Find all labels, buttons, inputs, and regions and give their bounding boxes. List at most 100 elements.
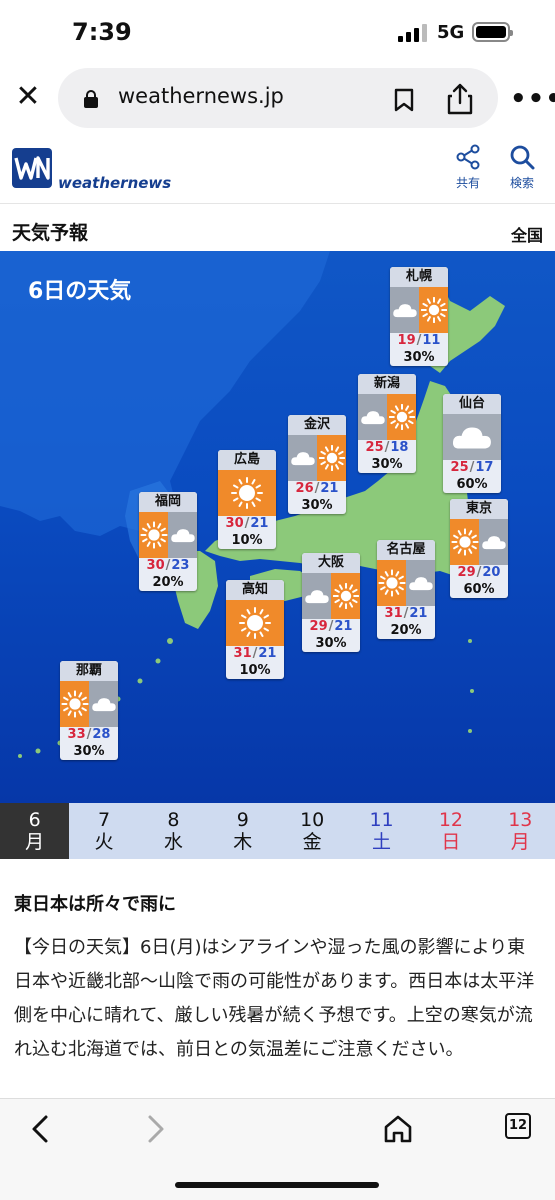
home-icon[interactable]: [378, 1113, 418, 1145]
city-name: 東京: [450, 499, 508, 519]
section-title: 天気予報: [12, 222, 89, 244]
forward-icon[interactable]: [136, 1113, 176, 1145]
weathernews-logo-icon: [12, 148, 52, 188]
weather-icon: [302, 573, 360, 619]
city-temps: 31/21: [377, 606, 435, 622]
date-day: 11: [369, 809, 394, 831]
precip-chance: 30%: [403, 350, 435, 365]
temp-high: 33: [67, 727, 86, 742]
date-tab[interactable]: 9木: [208, 803, 277, 859]
date-tab[interactable]: 13 月: [486, 803, 555, 859]
weather-icon: [226, 600, 284, 646]
city-temps: 26/21: [288, 481, 346, 497]
city-name: 大阪: [302, 553, 360, 573]
weather-icon: [390, 287, 448, 333]
precip-chance: 20%: [152, 575, 184, 590]
temp-high: 30: [225, 516, 244, 531]
temp-separator: /: [476, 565, 482, 580]
share-icon[interactable]: [446, 83, 474, 115]
date-day: 9: [236, 809, 249, 831]
date-tab[interactable]: 6月: [0, 803, 70, 859]
date-weekday: 土: [372, 831, 392, 853]
battery-icon: [472, 22, 513, 42]
precip-chance: 30%: [371, 457, 403, 472]
city-name: 新潟: [358, 374, 416, 394]
temp-low: 18: [390, 440, 409, 455]
back-icon[interactable]: [22, 1113, 62, 1145]
city-name: 広島: [218, 450, 276, 470]
date-day: 12: [438, 809, 464, 831]
close-icon[interactable]: ✕: [12, 82, 44, 114]
city-name: 那覇: [60, 661, 118, 681]
temp-high: 29: [457, 565, 476, 580]
city-name: 名古屋: [377, 540, 435, 560]
city-card[interactable]: 福岡 30/23 20%: [139, 492, 197, 591]
address-bar[interactable]: weathernews.jp: [58, 68, 498, 128]
temp-low: 21: [409, 606, 428, 621]
city-card[interactable]: 仙台 25/17 60%: [443, 394, 501, 493]
share-button[interactable]: 共有: [448, 144, 488, 200]
temp-low: 21: [250, 516, 269, 531]
region-selector[interactable]: 全国: [511, 222, 543, 246]
weather-icon: [288, 435, 346, 481]
city-card[interactable]: 金沢 26/21 30%: [288, 415, 346, 514]
city-temps: 25/18: [358, 440, 416, 456]
weather-icon: [377, 560, 435, 606]
city-temps: 19/11: [390, 333, 448, 349]
date-day: 10: [300, 809, 325, 831]
temp-separator: /: [252, 646, 258, 661]
site-header: weathernews 共有 検索: [0, 132, 555, 204]
search-icon: [510, 145, 535, 170]
city-name: 仙台: [443, 394, 501, 414]
city-temps: 29/21: [302, 619, 360, 635]
city-name: 福岡: [139, 492, 197, 512]
precip-chance: 60%: [463, 582, 495, 597]
date-tab[interactable]: 8水: [139, 803, 208, 859]
temp-low: 23: [171, 558, 190, 573]
weather-icon: [139, 512, 197, 558]
temp-high: 30: [146, 558, 165, 573]
date-weekday: 水: [163, 831, 183, 853]
temp-high: 25: [365, 440, 384, 455]
date-tab[interactable]: 10 金: [278, 803, 347, 859]
article-body: 【今日の天気】6日(月)はシアラインや湿った風の影響により東日本や近畿北部〜山陰…: [14, 937, 535, 1060]
date-tab[interactable]: 11 土: [347, 803, 416, 859]
date-day: 13: [508, 809, 533, 831]
status-time: 7:39: [72, 18, 132, 46]
lock-icon: [84, 90, 98, 108]
city-card[interactable]: 大阪 29/21 30%: [302, 553, 360, 652]
temp-high: 31: [233, 646, 252, 661]
search-button[interactable]: 検索: [502, 144, 542, 200]
bookmark-icon[interactable]: [394, 88, 414, 112]
url-text[interactable]: weathernews.jp: [118, 84, 284, 108]
city-temps: 29/20: [450, 565, 508, 581]
city-card[interactable]: 東京 29/20 60%: [450, 499, 508, 598]
tabs-button[interactable]: 12: [505, 1113, 531, 1139]
city-card[interactable]: 高知 31/21 10%: [226, 580, 284, 679]
date-weekday: 金: [302, 831, 322, 853]
city-card[interactable]: 新潟 25/18 30%: [358, 374, 416, 473]
city-name: 札幌: [390, 267, 448, 287]
temp-low: 28: [92, 727, 111, 742]
temp-separator: /: [384, 440, 390, 455]
more-menu-icon[interactable]: •••: [510, 84, 555, 114]
home-indicator: [175, 1182, 379, 1188]
city-card[interactable]: 札幌 19/11 30%: [390, 267, 448, 366]
date-tab[interactable]: 12 日: [416, 803, 485, 859]
share-nodes-icon: [456, 144, 480, 170]
date-weekday: 月: [25, 831, 45, 853]
map-title: 6日の天気: [28, 279, 132, 304]
weather-icon: [60, 681, 118, 727]
precip-chance: 10%: [231, 533, 263, 548]
logo-text: weathernews: [58, 174, 172, 192]
weather-icon: [218, 470, 276, 516]
date-tab[interactable]: 7火: [69, 803, 138, 859]
city-temps: 30/23: [139, 558, 197, 574]
temp-high: 26: [295, 481, 314, 496]
city-card[interactable]: 那覇 33/28 30%: [60, 661, 118, 760]
share-label: 共有: [455, 176, 480, 190]
city-card[interactable]: 広島 30/21 10%: [218, 450, 276, 549]
temp-high: 19: [397, 333, 416, 348]
precip-chance: 20%: [390, 623, 422, 638]
city-card[interactable]: 名古屋 31/21 20%: [377, 540, 435, 639]
